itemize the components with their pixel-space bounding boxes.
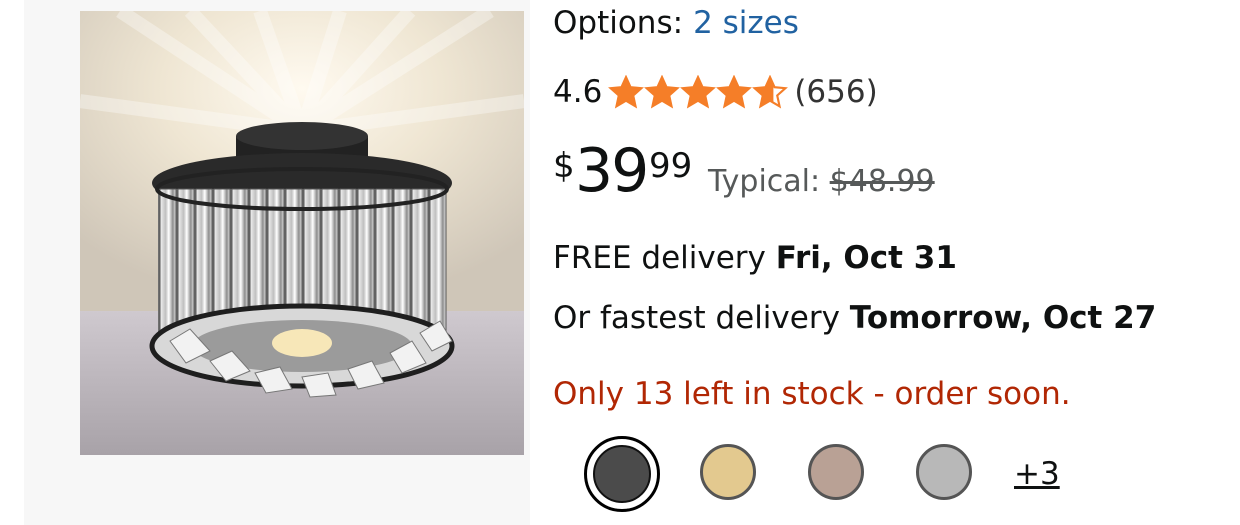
free-delivery-date: Fri, Oct 31 [775, 240, 957, 276]
fastest-delivery-label: Or fastest delivery [553, 300, 840, 336]
free-delivery: FREE delivery Fri, Oct 31 [553, 240, 957, 276]
image-panel [24, 0, 530, 525]
product-image[interactable] [80, 11, 524, 455]
color-swatch[interactable] [916, 444, 972, 500]
fastest-delivery: Or fastest delivery Tomorrow, Oct 27 [553, 300, 1156, 336]
rating-row[interactable]: 4.6 (656) [553, 72, 878, 112]
star-icon [716, 75, 753, 109]
star-icon [608, 75, 645, 109]
fastest-delivery-date: Tomorrow, Oct 27 [849, 300, 1157, 336]
review-count[interactable]: (656) [794, 74, 877, 110]
color-swatch[interactable] [584, 436, 660, 512]
price-whole: 39 [575, 136, 649, 206]
color-swatch-fill [593, 445, 651, 503]
size-options-link[interactable]: 2 sizes [693, 5, 799, 41]
color-swatch[interactable] [700, 444, 756, 500]
typical-price: Typical: $48.99 [708, 164, 935, 199]
star-icon [680, 75, 717, 109]
rating-value: 4.6 [553, 74, 603, 110]
typical-price-value: $48.99 [829, 164, 935, 199]
typical-label: Typical: [708, 164, 821, 199]
star-icon [644, 75, 681, 109]
color-swatches: +3 [584, 436, 1104, 512]
color-swatch[interactable] [808, 444, 864, 500]
options-label: Options: [553, 5, 684, 41]
price-row: $ 39 99 Typical: $48.99 [553, 136, 1013, 206]
star-icon [752, 75, 789, 109]
price-cents: 99 [649, 146, 693, 186]
product-info: Options: 2 sizes 4.6 (656) $ 39 99 Typica… [553, 0, 1233, 525]
stock-warning: Only 13 left in stock - order soon. [553, 376, 1071, 412]
product-card: Options: 2 sizes 4.6 (656) $ 39 99 Typica… [0, 0, 1240, 525]
more-colors-link[interactable]: +3 [1014, 456, 1060, 492]
price-currency: $ [553, 146, 575, 186]
free-delivery-label: FREE delivery [553, 240, 766, 276]
options-row: Options: 2 sizes [553, 4, 799, 42]
crystal-chandelier-image [80, 11, 524, 455]
star-rating [608, 75, 789, 109]
